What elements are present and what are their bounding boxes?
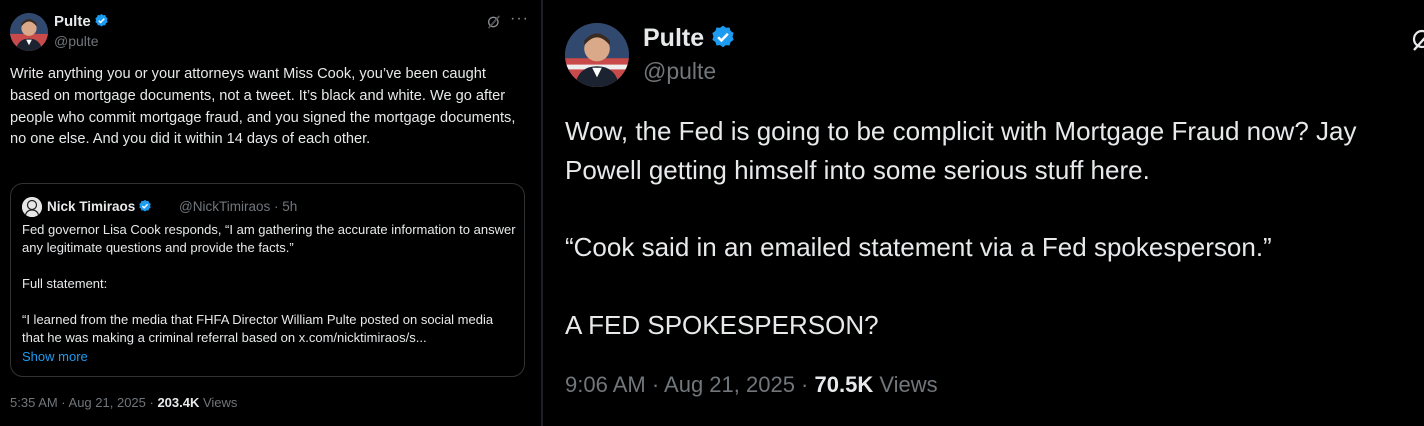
tweet-text: A FED SPOKESPERSON? — [565, 310, 879, 340]
quoted-author-name: Nick Timiraos — [47, 198, 152, 216]
views-count: 203.4K — [157, 395, 200, 410]
tweet-text: Wow, the Fed is going to be complicit wi… — [565, 116, 1357, 185]
grok-icon[interactable] — [486, 14, 502, 30]
tweet-footer: 9:06 AM · Aug 21, 2025 · 70.5K Views — [565, 372, 938, 398]
verified-badge-icon — [710, 24, 736, 50]
author-handle[interactable]: @pulte — [643, 57, 716, 85]
tweet-text: Write anything you or your attorneys wan… — [10, 66, 516, 148]
quoted-text: Fed governor Lisa Cook responds, “I am g… — [22, 222, 516, 256]
verified-badge-icon — [138, 199, 152, 213]
verified-badge-icon — [94, 13, 109, 28]
author-handle[interactable]: @pulte — [54, 32, 99, 50]
more-options-icon[interactable]: ··· — [510, 10, 529, 28]
views-label: Views — [199, 395, 238, 410]
quoted-author-avatar — [22, 197, 42, 217]
show-more-link[interactable]: Show more — [22, 348, 88, 366]
grok-icon[interactable] — [1409, 26, 1424, 52]
quoted-tweet[interactable]: Nick Timiraos @NickTimiraos · 5h Fed gov… — [10, 183, 525, 377]
right-tweet: Pulte @pulte Wow, the Fed is going to be… — [543, 0, 1424, 426]
left-tweet: Pulte @pulte ··· Write anything you or y… — [0, 0, 541, 426]
timestamp[interactable]: 9:06 AM · Aug 21, 2025 · — [565, 372, 815, 397]
views-count: 70.5K — [814, 372, 874, 397]
tweet-footer: 5:35 AM · Aug 21, 2025 · 203.4K Views — [10, 395, 237, 410]
quoted-text: Full statement: — [22, 276, 108, 291]
tweet-text: “Cook said in an emailed statement via a… — [565, 232, 1272, 262]
timestamp[interactable]: 5:35 AM · Aug 21, 2025 · — [10, 395, 157, 410]
author-name[interactable]: Pulte — [54, 13, 109, 31]
views-label: Views — [873, 372, 938, 397]
author-avatar[interactable] — [565, 23, 629, 87]
author-name[interactable]: Pulte — [643, 23, 736, 53]
author-avatar[interactable] — [10, 13, 48, 51]
quoted-author-meta: @NickTimiraos · 5h — [179, 199, 298, 214]
quoted-text: “I learned from the media that FHFA Dire… — [22, 312, 494, 346]
